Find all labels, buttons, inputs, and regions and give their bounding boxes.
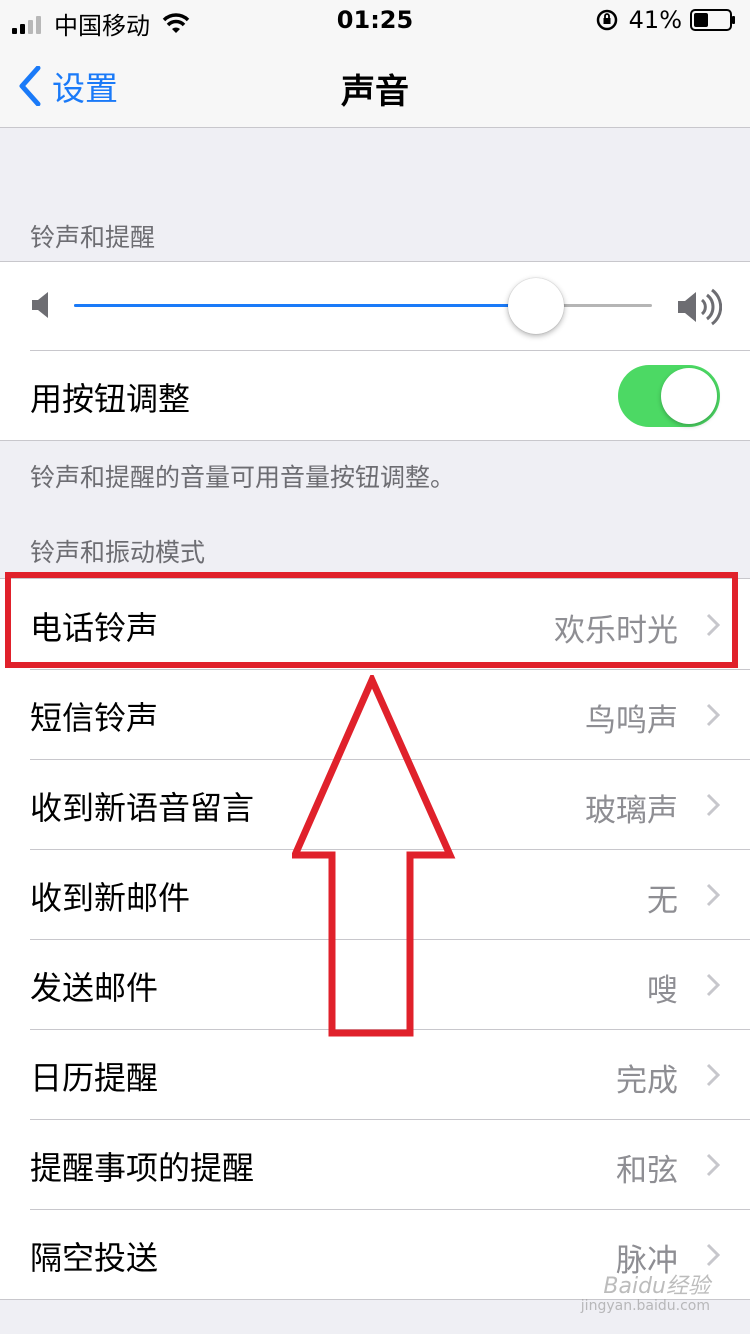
sound-value: 完成 [616,1063,678,1099]
chevron-right-icon [706,973,720,997]
volume-low-icon [32,292,48,318]
watermark-logo: Baidu经验 [603,1274,710,1299]
volume-slider[interactable] [74,304,652,307]
sound-label: 短信铃声 [30,699,159,737]
watermark-url: jingyan.baidu.com [580,1298,710,1314]
change-with-buttons-label: 用按钮调整 [30,380,191,418]
sound-value: 嗖 [647,973,678,1009]
sound-value: 鸟鸣声 [585,703,678,739]
status-bar: 中国移动 01:25 41% [0,0,750,40]
change-with-buttons-row: 用按钮调整 [0,350,750,440]
highlight-box-annotation [5,572,738,668]
sound-value: 无 [647,883,678,919]
volume-slider-fill [74,304,536,307]
chevron-right-icon [706,883,720,907]
battery-percent: 41% [628,6,682,34]
toggle-knob [661,368,717,424]
navigation-bar: 设置 声音 [0,40,750,128]
sound-label: 日历提醒 [30,1059,159,1097]
sound-label: 收到新语音留言 [30,789,255,827]
sound-label: 提醒事项的提醒 [30,1149,255,1187]
page-title: 声音 [341,72,409,112]
battery-icon [690,9,735,31]
sound-label: 发送邮件 [30,969,159,1007]
up-arrow-annotation [292,675,456,1037]
chevron-right-icon [706,1063,720,1087]
sound-row-calendar-alerts[interactable]: 日历提醒 完成 [0,1029,750,1119]
ringer-footer-note: 铃声和提醒的音量可用音量按钮调整。 [30,463,456,492]
ringer-section-header: 铃声和提醒 [30,223,156,252]
sounds-section-header: 铃声和振动模式 [30,538,206,567]
chevron-right-icon [706,1153,720,1177]
volume-slider-thumb[interactable] [508,278,564,334]
orientation-lock-icon [596,9,617,31]
volume-slider-row [0,262,750,350]
sound-row-reminder-alerts[interactable]: 提醒事项的提醒 和弦 [0,1119,750,1209]
volume-high-icon [678,288,722,326]
change-with-buttons-toggle[interactable] [618,365,720,427]
chevron-right-icon [706,703,720,727]
chevron-right-icon [706,1243,720,1267]
sound-label: 隔空投送 [30,1239,159,1277]
sound-label: 收到新邮件 [30,879,191,917]
status-right: 41% [595,6,736,34]
sound-value: 和弦 [616,1153,678,1189]
ringer-group: 用按钮调整 [0,261,750,441]
sound-value: 玻璃声 [585,793,678,829]
chevron-right-icon [706,793,720,817]
